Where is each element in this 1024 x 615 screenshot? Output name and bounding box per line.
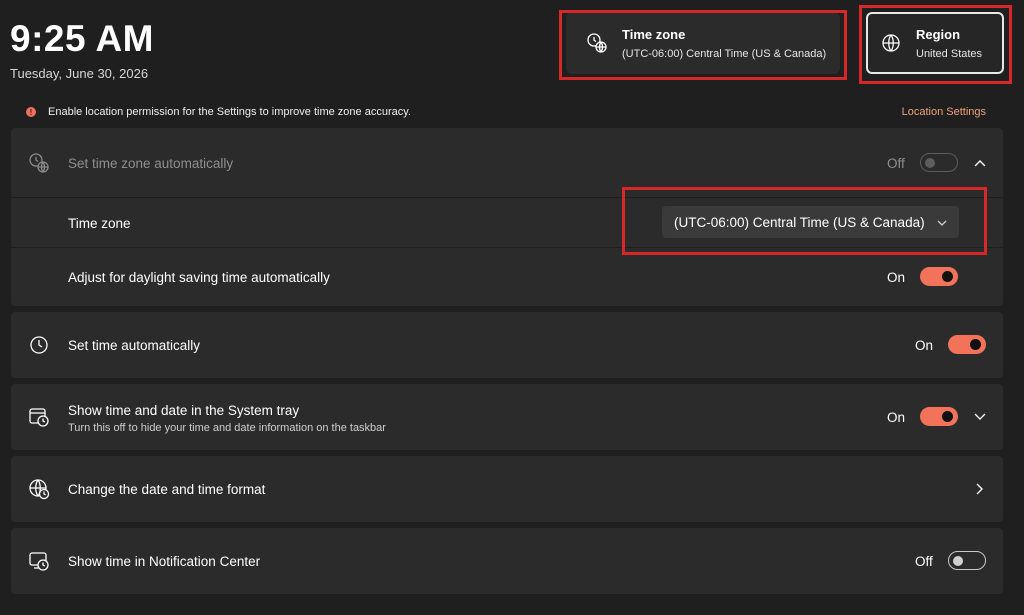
timezone-card-value: (UTC-06:00) Central Time (US & Canada) <box>622 47 827 60</box>
chevron-up-icon[interactable] <box>972 155 988 171</box>
timezone-card-title: Time zone <box>622 26 686 42</box>
auto-time-label: Set time automatically <box>68 338 201 353</box>
auto-time-state: On <box>915 338 934 353</box>
systray-row[interactable]: Show time and date in the System tray Tu… <box>11 384 1003 450</box>
region-card-title: Region <box>916 26 961 42</box>
systray-toggle[interactable] <box>920 407 958 426</box>
notification-toggle[interactable] <box>948 551 986 570</box>
notification-label: Show time in Notification Center <box>68 554 261 569</box>
current-time: 9:25 AM <box>10 18 155 59</box>
location-banner: ! Enable location permission for the Set… <box>26 104 986 120</box>
chevron-down-icon <box>937 215 947 230</box>
systray-label: Show time and date in the System tray <box>68 403 300 418</box>
daylight-row[interactable]: Adjust for daylight saving time automati… <box>11 248 1003 306</box>
region-card-value: United States <box>916 47 983 60</box>
timezone-dropdown-value: (UTC-06:00) Central Time (US & Canada) <box>674 214 925 230</box>
chevron-down-icon[interactable] <box>972 409 988 425</box>
current-date: Tuesday, June 30, 2026 <box>10 66 149 81</box>
auto-timezone-label: Set time zone automatically <box>68 156 234 171</box>
chevron-right-icon <box>972 481 988 497</box>
timezone-label: Time zone <box>68 216 131 231</box>
daylight-label: Adjust for daylight saving time automati… <box>68 270 330 285</box>
format-label: Change the date and time format <box>68 482 266 497</box>
notification-clock-icon <box>27 549 51 573</box>
clock-globe-icon <box>586 32 608 54</box>
daylight-state: On <box>887 270 906 285</box>
systray-state: On <box>887 410 906 425</box>
notification-state: Off <box>915 554 933 569</box>
systray-text: Show time and date in the System tray Tu… <box>68 403 386 434</box>
calendar-clock-icon <box>27 405 51 429</box>
banner-message: Enable location permission for the Setti… <box>48 106 411 118</box>
timezone-card[interactable]: Time zone (UTC-06:00) Central Time (US &… <box>566 12 840 74</box>
timezone-dropdown[interactable]: (UTC-06:00) Central Time (US & Canada) <box>662 206 959 238</box>
clock-icon <box>27 333 51 357</box>
warning-icon: ! <box>26 107 36 117</box>
auto-time-toggle[interactable] <box>948 335 986 354</box>
auto-timezone-state: Off <box>887 156 905 171</box>
auto-timezone-row[interactable]: Set time zone automatically Off <box>11 128 1003 197</box>
clock-globe-icon <box>27 151 51 175</box>
systray-description: Turn this off to hide your time and date… <box>68 422 386 434</box>
auto-time-row[interactable]: Set time automatically On <box>11 312 1003 378</box>
format-row[interactable]: Change the date and time format <box>11 456 1003 522</box>
globe-clock-icon <box>27 477 51 501</box>
location-settings-link[interactable]: Location Settings <box>902 106 986 118</box>
globe-icon <box>880 32 902 54</box>
region-card[interactable]: Region United States <box>866 12 1004 74</box>
auto-timezone-toggle[interactable] <box>920 153 958 172</box>
notification-row[interactable]: Show time in Notification Center Off <box>11 528 1003 594</box>
daylight-toggle[interactable] <box>920 267 958 286</box>
